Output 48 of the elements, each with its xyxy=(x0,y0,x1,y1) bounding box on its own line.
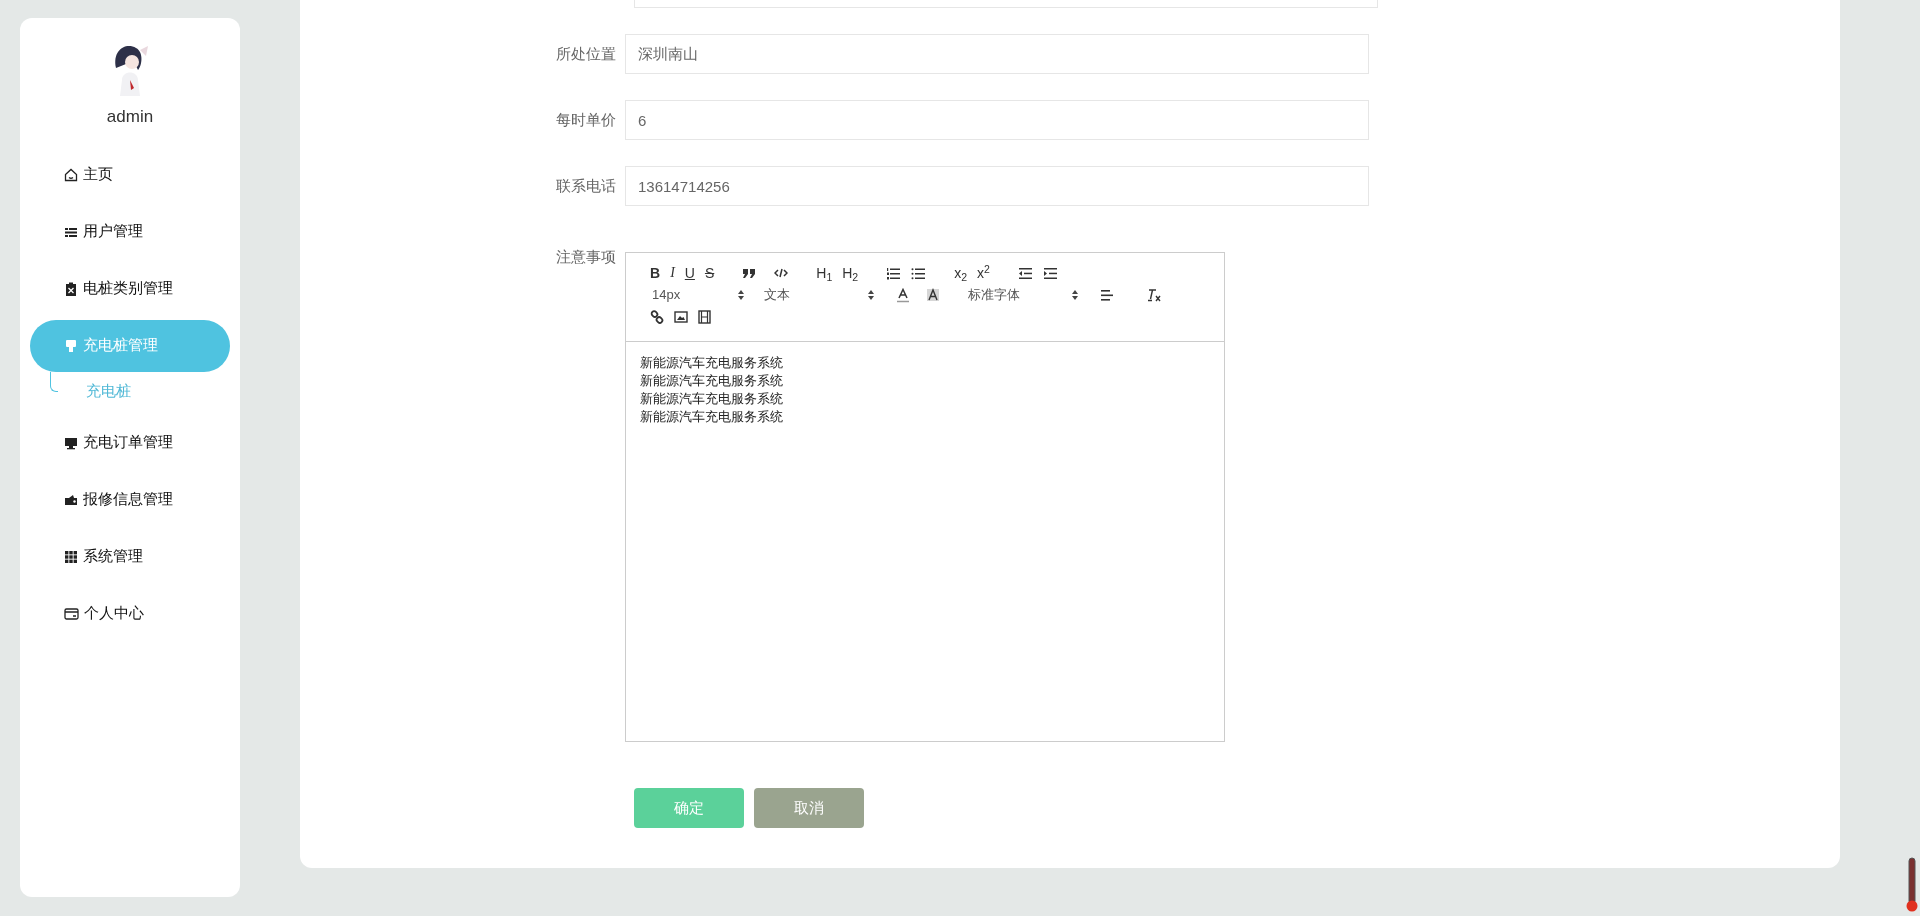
thermometer-icon xyxy=(1906,857,1918,913)
tree-line xyxy=(50,371,58,392)
sidebar-item[interactable]: 主页 xyxy=(30,148,230,201)
align-left-icon[interactable] xyxy=(1098,288,1116,302)
format-button[interactable]: x$_{2}$ xyxy=(952,266,970,280)
sidebar-item[interactable]: 充电订单管理 xyxy=(30,416,230,469)
input-field[interactable]: 深圳南山 xyxy=(625,34,1369,74)
input-field[interactable]: 6 xyxy=(625,100,1369,140)
monitor-icon xyxy=(64,435,78,450)
select-dropdown[interactable]: 标准字体 xyxy=(968,285,1078,305)
format-button[interactable]: H$_{2}$ xyxy=(840,266,861,280)
format-button[interactable]: B xyxy=(648,266,663,280)
sidebar-item[interactable]: 报修信息管理 xyxy=(30,473,230,526)
home-icon xyxy=(64,167,78,182)
clipboard-icon xyxy=(64,281,78,296)
format-button[interactable]: I xyxy=(668,266,677,280)
editor-text: 新能源汽车充电服务系统 xyxy=(640,390,784,408)
format-button[interactable]: x$^{2}$ xyxy=(975,266,992,280)
sidebar-item[interactable]: 电桩类别管理 xyxy=(30,262,230,315)
format-button[interactable]: S xyxy=(702,266,717,280)
sidebar-item[interactable]: 用户管理 xyxy=(30,205,230,258)
wallet-icon xyxy=(64,492,78,507)
user-name: admin xyxy=(106,106,154,128)
format-button[interactable]: U xyxy=(682,266,697,280)
text-color-icon[interactable] xyxy=(894,287,912,303)
field-label: 联系电话 xyxy=(555,175,617,196)
sidebar-item[interactable]: 个人中心 xyxy=(30,587,230,640)
editor-text: 新能源汽车充电服务系统 xyxy=(640,354,784,372)
field-label: 注意事项 xyxy=(555,247,617,267)
editor-text: 新能源汽车充电服务系统 xyxy=(640,372,784,390)
editor-text: 新能源汽车充电服务系统 xyxy=(640,408,784,426)
field-label: 所处位置 xyxy=(555,43,617,64)
film-icon[interactable] xyxy=(696,310,713,324)
select-dropdown[interactable]: 文本 xyxy=(764,285,874,305)
code-icon[interactable] xyxy=(772,267,791,279)
field-label: 每时单价 xyxy=(555,109,617,130)
input-field[interactable]: 13614714256 xyxy=(625,166,1369,206)
sort-arrows-icon xyxy=(1072,290,1078,300)
select-dropdown[interactable]: 14px xyxy=(652,285,744,305)
sidebar-item[interactable]: 系统管理 xyxy=(30,530,230,583)
image-icon[interactable] xyxy=(672,311,690,323)
grid-icon xyxy=(64,549,78,564)
highlight-icon[interactable] xyxy=(924,288,942,302)
link-icon[interactable] xyxy=(648,310,666,324)
sort-arrows-icon xyxy=(868,290,874,300)
card-icon xyxy=(64,606,79,621)
format-button[interactable]: H$_{1}$ xyxy=(814,266,835,280)
sort-arrows-icon xyxy=(738,290,744,300)
